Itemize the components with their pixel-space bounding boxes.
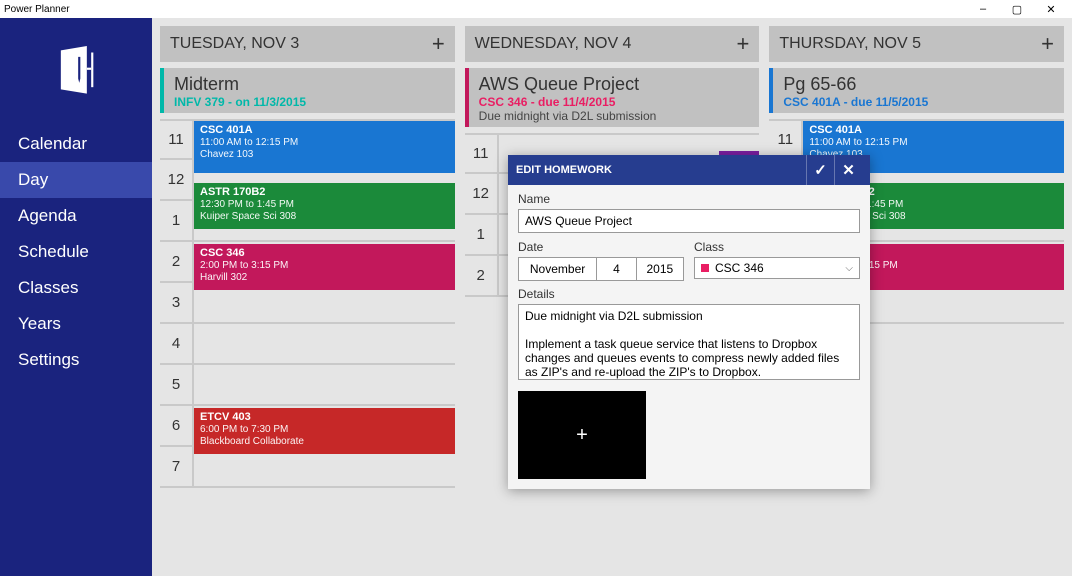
hour-cell[interactable] [194,324,455,363]
hour-label: 11 [465,135,499,172]
date-year[interactable]: 2015 [637,257,684,281]
task-title: Midterm [174,74,445,95]
hour-cell[interactable]: CSC 401A11:00 AM to 12:15 PMChavez 103AS… [194,121,455,158]
day-header: THURSDAY, NOV 5 + [769,26,1064,62]
class-label: Class [694,240,860,254]
hour-label: 12 [465,174,499,213]
hour-label: 12 [160,160,194,199]
hour-label: 4 [160,324,194,363]
nav-item-agenda[interactable]: Agenda [0,198,152,234]
add-task-button[interactable]: + [736,31,749,57]
date-label: Date [518,240,684,254]
sidebar: CalendarDayAgendaScheduleClassesYearsSet… [0,18,152,576]
hour-cell[interactable] [194,283,455,322]
day-header: WEDNESDAY, NOV 4 + [465,26,760,62]
hour-label: 1 [160,201,194,240]
day-title: TUESDAY, NOV 3 [170,35,299,53]
plus-icon: + [576,424,588,447]
task-title: Pg 65-66 [783,74,1054,95]
day-column: TUESDAY, NOV 3 + MidtermINFV 379 - on 11/3… [160,26,455,576]
dialog-title: EDIT HOMEWORK [516,164,612,176]
window-title: Power Planner [4,4,966,15]
class-color-swatch [701,264,709,272]
nav-item-settings[interactable]: Settings [0,342,152,378]
event-name: CSC 401A [200,124,449,137]
task-card[interactable]: AWS Queue ProjectCSC 346 - due 11/4/2015… [465,68,760,127]
hour-label: 1 [465,215,499,254]
hour-cell[interactable]: CSC 401A11:00 AM to 12:15 PMChavez 103AS… [803,121,1064,158]
chevron-down-icon: ⌵ [845,263,853,274]
hour-cell[interactable] [194,201,455,240]
name-label: Name [518,192,860,206]
nav-item-day[interactable]: Day [0,162,152,198]
date-day[interactable]: 4 [597,257,637,281]
hour-cell[interactable] [194,242,455,281]
titlebar: Power Planner – ▢ ✕ [0,0,1072,18]
add-task-button[interactable]: + [432,31,445,57]
task-detail: Due midnight via D2L submission [479,109,750,123]
hour-cell[interactable] [194,447,455,486]
nav-item-calendar[interactable]: Calendar [0,126,152,162]
dialog-close-button[interactable]: ✕ [834,155,862,185]
task-subtitle: CSC 346 - due 11/4/2015 [479,95,750,109]
hour-label: 7 [160,447,194,486]
edit-homework-dialog: EDIT HOMEWORK ✓ ✕ Name Date November 4 2… [508,155,870,489]
event-name: CSC 401A [809,124,1058,137]
add-attachment-button[interactable]: + [518,391,646,479]
schedule-grid: 11CSC 401A11:00 AM to 12:15 PMChavez 103… [160,119,455,488]
hour-cell[interactable] [194,365,455,404]
maximize-button[interactable]: ▢ [1000,3,1034,16]
dialog-confirm-button[interactable]: ✓ [806,155,834,185]
nav-item-schedule[interactable]: Schedule [0,234,152,270]
day-title: WEDNESDAY, NOV 4 [475,35,632,53]
hour-cell[interactable] [194,160,455,199]
dialog-header: EDIT HOMEWORK ✓ ✕ [508,155,870,185]
hour-label: 2 [465,256,499,295]
hour-label: 3 [160,283,194,322]
task-card[interactable]: MidtermINFV 379 - on 11/3/2015 [160,68,455,113]
class-name: CSC 346 [715,261,764,275]
task-subtitle: CSC 401A - due 11/5/2015 [783,95,1054,109]
add-task-button[interactable]: + [1041,31,1054,57]
day-title: THURSDAY, NOV 5 [779,35,921,53]
task-subtitle: INFV 379 - on 11/3/2015 [174,95,445,109]
class-select[interactable]: CSC 346 ⌵ [694,257,860,279]
minimize-button[interactable]: – [966,3,1000,15]
details-label: Details [518,287,860,301]
task-card[interactable]: Pg 65-66CSC 401A - due 11/5/2015 [769,68,1064,113]
event-time: 11:00 AM to 12:15 PM [200,137,449,149]
task-title: AWS Queue Project [479,74,750,95]
hour-label: 2 [160,242,194,281]
nav-item-classes[interactable]: Classes [0,270,152,306]
app-logo [0,18,152,126]
hour-label: 5 [160,365,194,404]
details-input[interactable] [518,304,860,380]
nav-item-years[interactable]: Years [0,306,152,342]
event-time: 11:00 AM to 12:15 PM [809,137,1058,149]
close-button[interactable]: ✕ [1034,3,1068,16]
hour-label: 11 [160,121,194,158]
date-month[interactable]: November [518,257,597,281]
day-header: TUESDAY, NOV 3 + [160,26,455,62]
name-input[interactable] [518,209,860,233]
hour-label: 6 [160,406,194,445]
hour-cell[interactable] [194,406,455,445]
date-picker[interactable]: November 4 2015 [518,257,684,281]
hour-label: 11 [769,121,803,158]
